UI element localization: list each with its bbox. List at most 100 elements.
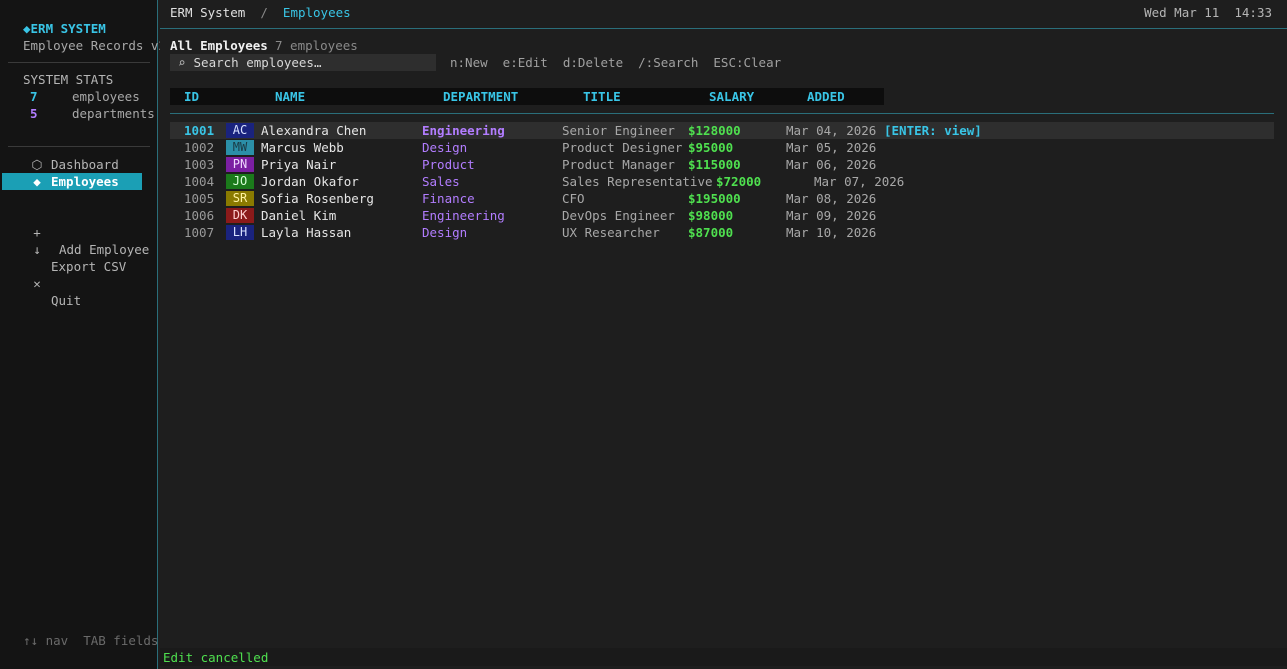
avatar: PN: [226, 157, 254, 172]
stats-title: SYSTEM STATS: [23, 72, 114, 87]
table-row[interactable]: 1002 MW Marcus Webb Design Product Designer $…: [170, 139, 1274, 156]
employee-title: UX Researcher: [562, 225, 660, 240]
employee-salary: $98000: [688, 208, 734, 223]
avatar: SR: [226, 191, 254, 206]
avatar: AC: [226, 123, 254, 138]
table-row[interactable]: 1005 SR Sofia Rosenberg Finance CFO $195000 Ma…: [170, 190, 1274, 207]
employee-id: 1002: [184, 140, 215, 155]
action-label: Quit: [51, 293, 82, 308]
stat-employees-label: employees: [72, 89, 140, 104]
employee-added-date: Mar 09, 2026: [786, 208, 877, 223]
search-input[interactable]: ⌕ Search employees…: [170, 54, 436, 71]
employee-salary: $128000: [688, 123, 741, 138]
brand-title: ◆ERM SYSTEM: [23, 21, 106, 36]
employee-name: Jordan Okafor: [261, 174, 359, 189]
column-header-name[interactable]: NAME: [275, 89, 305, 104]
employee-department: Engineering: [422, 208, 505, 223]
employee-count: 7 employees: [275, 38, 358, 53]
column-header-department[interactable]: DEPARTMENT: [443, 89, 518, 104]
employee-title: Product Manager: [562, 157, 675, 172]
status-bar: Edit cancelled: [160, 648, 1287, 666]
sidebar-item-dashboard[interactable]: ⬡ Dashboard: [2, 156, 142, 173]
sidebar: ◆ERM SYSTEM Employee Records v2 SYSTEM S…: [0, 0, 166, 669]
employee-id: 1005: [184, 191, 215, 206]
table-header: ID NAME DEPARTMENT TITLE SALARY ADDED: [170, 88, 884, 105]
stat-departments-label: departments: [72, 106, 155, 121]
hexagon-icon: ⬡: [31, 157, 43, 172]
search-icon: ⌕: [178, 55, 186, 70]
table-row[interactable]: 1007 LH Layla Hassan Design UX Researcher $87…: [170, 224, 1274, 241]
employee-title: CFO: [562, 191, 585, 206]
table-row[interactable]: 1004 JO Jordan Okafor Sales Sales Representa…: [170, 173, 1274, 190]
avatar: DK: [226, 208, 254, 223]
employee-salary: $195000: [688, 191, 741, 206]
action-label: Add Employee: [59, 242, 150, 257]
employee-name: Daniel Kim: [261, 208, 337, 223]
column-header-added[interactable]: ADDED: [807, 89, 845, 104]
employee-salary: $72000: [716, 174, 762, 189]
employee-id: 1003: [184, 157, 215, 172]
column-header-salary[interactable]: SALARY: [709, 89, 754, 104]
table-row[interactable]: 1003 PN Priya Nair Product Product Manager $1…: [170, 156, 1274, 173]
table-row[interactable]: 1006 DK Daniel Kim Engineering DevOps Engine…: [170, 207, 1274, 224]
employee-name: Layla Hassan: [261, 225, 352, 240]
avatar: MW: [226, 140, 254, 155]
employee-added-date: Mar 04, 2026: [786, 123, 877, 138]
sidebar-item-employees[interactable]: ◆ Employees: [2, 173, 142, 190]
add-employee-button[interactable]: + Add Employee: [2, 207, 152, 257]
employee-department: Sales: [422, 174, 460, 189]
breadcrumb-separator: /: [260, 5, 268, 20]
employee-department: Product: [422, 157, 475, 172]
sidebar-divider: [8, 146, 150, 147]
avatar: LH: [226, 225, 254, 240]
employee-department: Design: [422, 140, 468, 155]
stat-employees-value: 7: [30, 89, 38, 104]
employee-department: Finance: [422, 191, 475, 206]
employee-added-date: Mar 10, 2026: [786, 225, 877, 240]
column-header-id[interactable]: ID: [184, 89, 199, 104]
avatar: JO: [226, 174, 254, 189]
employee-name: Sofia Rosenberg: [261, 191, 374, 206]
employee-title: Product Designer: [562, 140, 683, 155]
export-csv-button[interactable]: ↓ Export CSV: [2, 224, 152, 274]
employee-id: 1004: [184, 174, 215, 189]
employee-name: Priya Nair: [261, 157, 337, 172]
sidebar-divider: [8, 62, 150, 63]
employee-id: 1006: [184, 208, 215, 223]
status-message: Edit cancelled: [163, 650, 269, 665]
employee-title: Senior Engineer: [562, 123, 675, 138]
employee-added-date: Mar 07, 2026: [814, 174, 905, 189]
breadcrumb-app[interactable]: ERM System: [170, 5, 245, 20]
employee-id: 1001: [184, 123, 215, 138]
column-header-title[interactable]: TITLE: [583, 89, 621, 104]
brand-subtitle: Employee Records v2: [23, 38, 166, 53]
enter-view-hint: [ENTER: view]: [884, 123, 982, 138]
employee-added-date: Mar 06, 2026: [786, 157, 877, 172]
header-divider: [160, 28, 1287, 29]
sidebar-item-label: Dashboard: [51, 157, 119, 172]
employee-title: DevOps Engineer: [562, 208, 675, 223]
employee-department: Engineering: [422, 123, 505, 138]
sidebar-item-label: Employees: [51, 174, 119, 189]
employee-title: Sales Representative: [562, 174, 713, 189]
employee-id: 1007: [184, 225, 215, 240]
diamond-icon: ◆: [33, 174, 41, 189]
keyboard-hint: ↑↓ nav TAB fields: [23, 633, 159, 648]
close-icon: ✕: [33, 276, 41, 291]
employee-salary: $115000: [688, 157, 741, 172]
main-panel: ERM System / Employees Wed Mar 11 14:33 …: [160, 0, 1287, 669]
clock: Wed Mar 11 14:33: [1144, 5, 1272, 20]
search-placeholder: Search employees…: [193, 55, 322, 70]
employee-salary: $87000: [688, 225, 734, 240]
employee-name: Marcus Webb: [261, 140, 344, 155]
table-header-divider: [170, 113, 1274, 114]
download-arrow-icon: ↓: [33, 242, 41, 257]
employee-department: Design: [422, 225, 468, 240]
employee-added-date: Mar 05, 2026: [786, 140, 877, 155]
stat-departments-value: 5: [30, 106, 38, 121]
breadcrumb-current: Employees: [282, 5, 351, 20]
quit-button[interactable]: ✕ Quit: [2, 258, 152, 308]
shortcut-hints: n:New e:Edit d:Delete /:Search ESC:Clear: [450, 55, 782, 70]
table-row[interactable]: 1001 AC Alexandra Chen Engineering Senior En…: [170, 122, 1274, 139]
breadcrumb: ERM System / Employees: [170, 5, 351, 20]
